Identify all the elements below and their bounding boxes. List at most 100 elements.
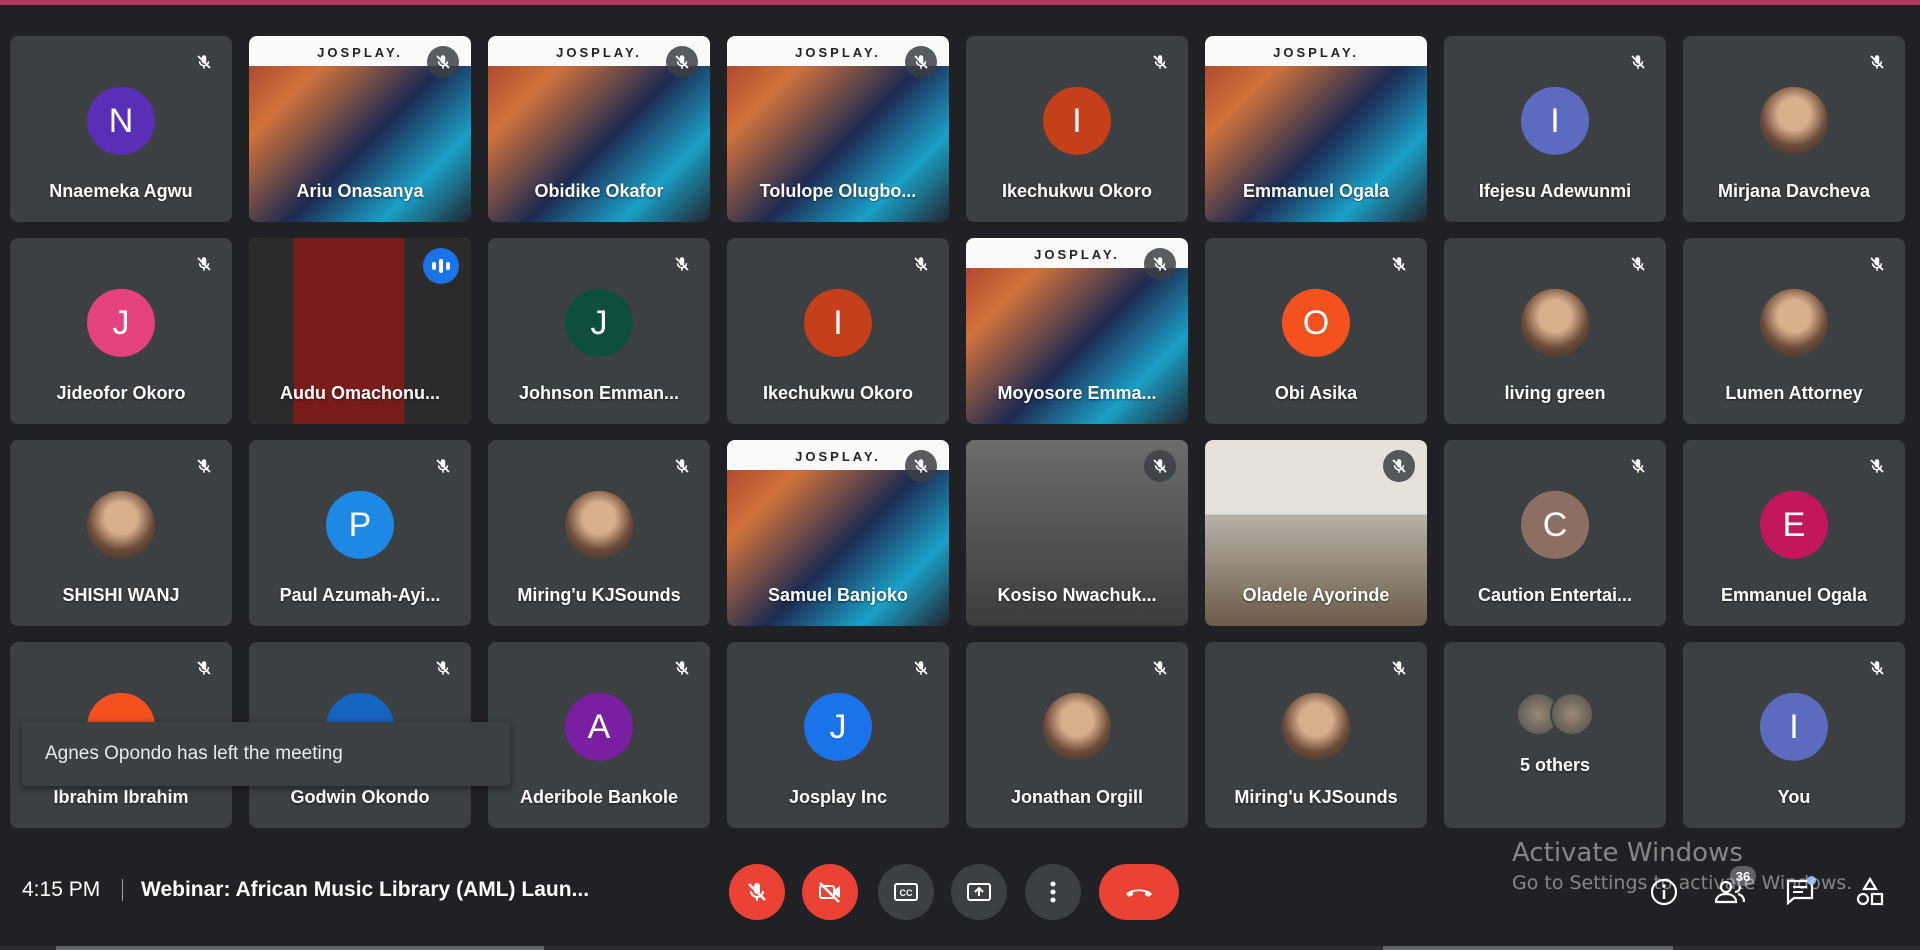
muted-mic-icon [1622,46,1654,78]
participant-tile[interactable]: E Emmanuel Ogala [1683,440,1905,626]
participant-tile[interactable]: Lumen Attorney [1683,238,1905,424]
participant-name: Jideofor Okoro [56,383,186,403]
muted-mic-icon [666,652,698,684]
participant-tile[interactable]: J Johnson Emman... [488,238,710,424]
muted-mic-icon [427,46,459,78]
camera-off-icon [819,882,840,903]
participant-tile[interactable]: Jonathan Orgill [966,642,1188,828]
participant-name: Josplay Inc [788,787,888,807]
meeting-clock: 4:15 PM [22,878,101,901]
activities-button[interactable] [1852,874,1888,910]
participant-tile[interactable]: J Josplay Inc [727,642,949,828]
participant-tile[interactable]: living green [1444,238,1666,424]
left-meeting-toast: Agnes Opondo has left the meeting [22,722,510,786]
microphone-off-button[interactable] [729,864,785,920]
muted-mic-icon [905,652,937,684]
participant-tile[interactable]: JOSPLAY. Samuel Banjoko [727,440,949,626]
muted-mic-icon [1622,450,1654,482]
participant-tile[interactable]: Kosiso Nwachuk... [966,440,1188,626]
muted-mic-icon [666,450,698,482]
avatar [1043,692,1111,761]
bottom-scroll-track [0,946,1920,950]
participant-tile[interactable]: C Caution Entertai... [1444,440,1666,626]
participant-tile[interactable]: N Nnaemeka Agwu [10,36,232,222]
josplay-brand-text: JOSPLAY. [1273,45,1359,60]
participant-tile[interactable]: JOSPLAY. Moyosore Emma... [966,238,1188,424]
participant-name: 5 others [1519,755,1591,775]
camera-off-button[interactable] [802,864,858,920]
present-screen-button[interactable] [951,864,1007,920]
participant-tile[interactable]: Miring'u KJSounds [488,440,710,626]
muted-mic-icon [666,248,698,280]
participant-tile[interactable]: Miring'u KJSounds [1205,642,1427,828]
participant-name: Lumen Attorney [1725,383,1863,403]
activities-icon [1856,877,1884,906]
participant-tile[interactable]: I Ifejesu Adewunmi [1444,36,1666,222]
avatar: E [1760,490,1828,559]
participant-name: Mirjana Davcheva [1717,181,1871,201]
svg-text:CC: CC [900,888,913,898]
avatar [1550,692,1594,736]
avatar: N [87,86,155,155]
avatar: J [565,288,633,357]
participant-tile[interactable]: JOSPLAY. Emmanuel Ogala [1205,36,1427,222]
participant-name: Miring'u KJSounds [1234,787,1398,807]
participant-tile[interactable]: Audu Omachonu... [249,238,471,424]
participant-tile[interactable]: Mirjana Davcheva [1683,36,1905,222]
avatar: A [565,692,633,761]
participant-tile[interactable]: 5 others [1444,642,1666,828]
participant-name: Miring'u KJSounds [517,585,681,605]
muted-mic-icon [905,248,937,280]
scroll-thumb[interactable] [56,946,544,950]
muted-mic-icon [666,46,698,78]
muted-mic-icon [188,450,220,482]
avatar: C [1521,490,1589,559]
leave-call-button[interactable] [1099,864,1179,920]
participant-tile[interactable]: I Ikechukwu Okoro [727,238,949,424]
participant-tile[interactable]: JOSPLAY. Tolulope Olugbo... [727,36,949,222]
participant-grid: N Nnaemeka Agwu JOSPLAY. Ariu Onasanya JOSPL… [10,36,1905,828]
participant-name: Godwin Okondo [290,787,430,807]
muted-mic-icon [1861,248,1893,280]
participant-tile[interactable]: I Ikechukwu Okoro [966,36,1188,222]
avatar [1760,288,1828,357]
more-options-button[interactable] [1025,864,1081,920]
avatar [1282,692,1350,761]
participant-tile[interactable]: Oladele Ayorinde [1205,440,1427,626]
muted-mic-icon [427,652,459,684]
participant-tile[interactable]: SHISHI WANJ [10,440,232,626]
participant-name: Caution Entertai... [1477,585,1632,605]
participant-tile[interactable]: P Paul Azumah-Ayi... [249,440,471,626]
more-vert-icon [1050,881,1056,903]
participant-tile[interactable]: J Jideofor Okoro [10,238,232,424]
muted-mic-icon [427,450,459,482]
avatar: I [1521,86,1589,155]
muted-mic-icon [905,450,937,482]
participant-name: Oladele Ayorinde [1242,585,1390,605]
participant-name: Tolulope Olugbo... [759,181,917,201]
meeting-title: Webinar: African Music Library (AML) Lau… [141,878,590,901]
participant-name: Ikechukwu Okoro [1001,181,1153,201]
participant-tile[interactable]: JOSPLAY. Ariu Onasanya [249,36,471,222]
muted-mic-icon [188,248,220,280]
avatar: O [1282,288,1350,357]
participant-tile[interactable]: A Aderibole Bankole [488,642,710,828]
divider [122,879,123,901]
participant-name: Paul Azumah-Ayi... [279,585,441,605]
participant-name: Samuel Banjoko [767,585,909,605]
captions-button[interactable]: CC [878,864,934,920]
present-icon [967,883,991,901]
others-avatar-stack [1516,692,1594,736]
participant-tile[interactable]: JOSPLAY. Obidike Okafor [488,36,710,222]
participant-tile[interactable]: I You [1683,642,1905,828]
muted-mic-icon [1861,46,1893,78]
participant-name: Aderibole Bankole [519,787,679,807]
muted-mic-icon [1144,652,1176,684]
participant-tile[interactable]: O Obi Asika [1205,238,1427,424]
muted-mic-icon [1861,450,1893,482]
watermark-line2: Go to Settings to activate Windows. [1512,872,1853,894]
scroll-thumb-secondary[interactable] [1383,946,1673,950]
muted-mic-icon [1861,652,1893,684]
avatar [87,490,155,559]
avatar: J [804,692,872,761]
